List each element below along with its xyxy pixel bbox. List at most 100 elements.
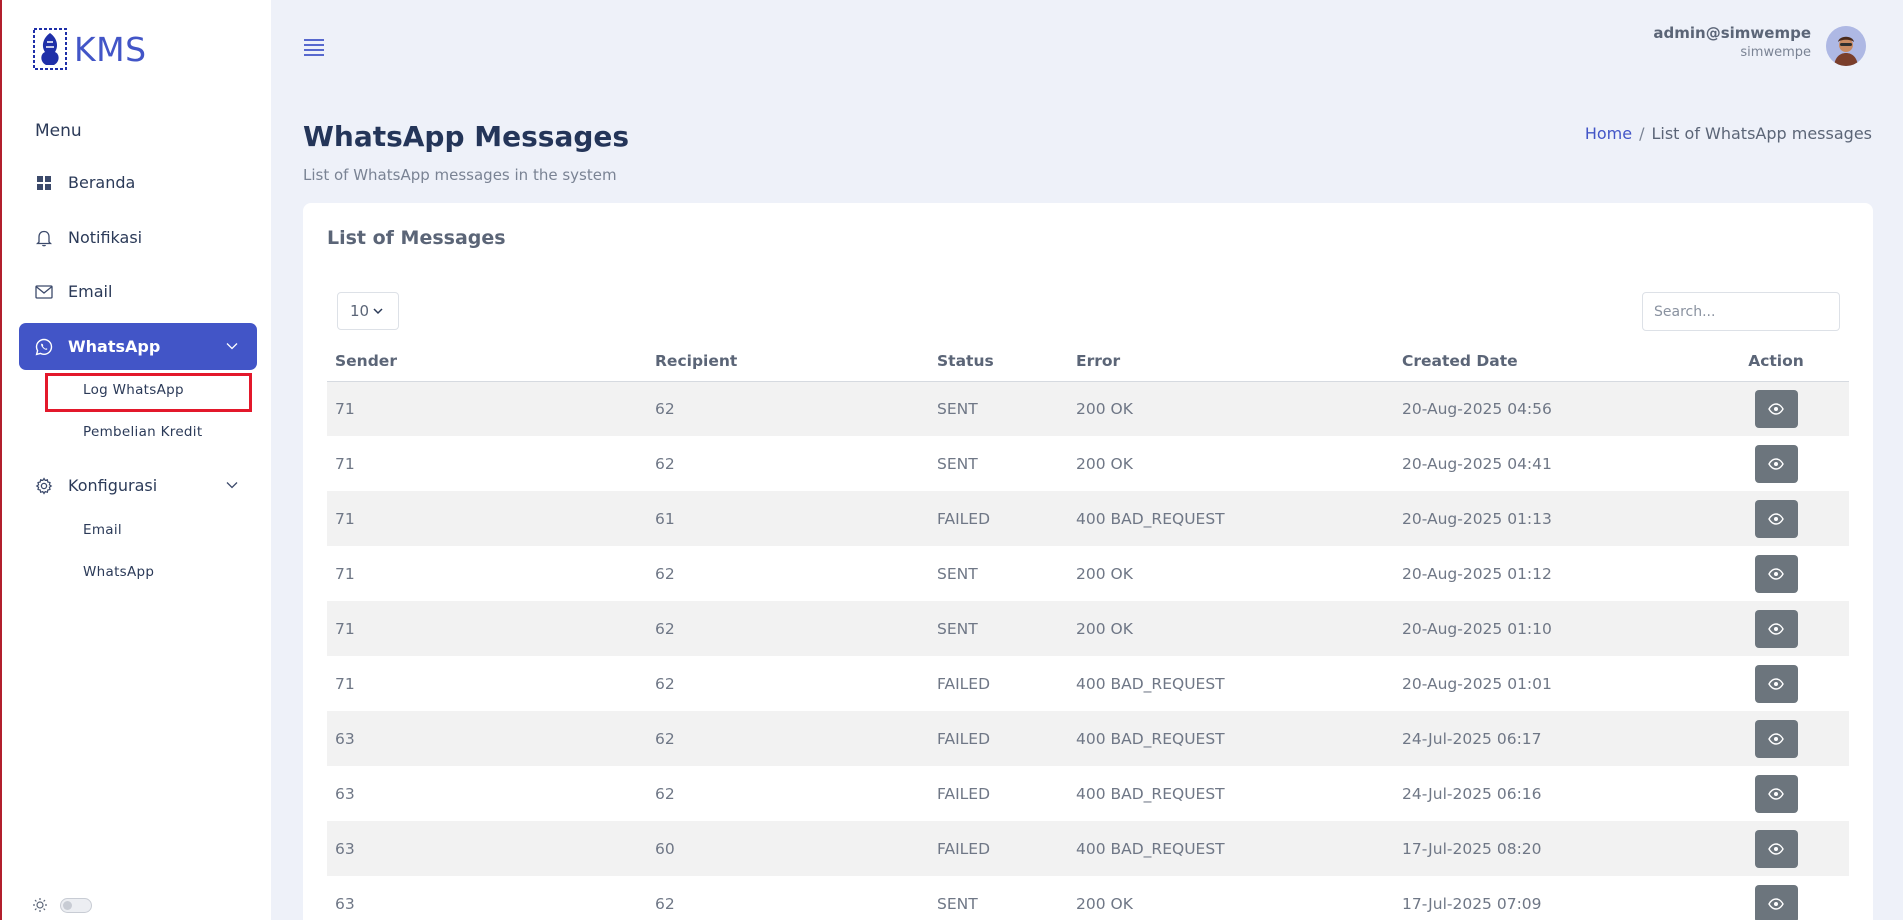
cell-status: SENT	[937, 564, 978, 583]
view-message-button[interactable]	[1754, 554, 1798, 593]
cell-recipient: 61	[647, 491, 929, 546]
view-message-button[interactable]	[1754, 774, 1798, 813]
cell-action	[1703, 381, 1849, 436]
sun-icon	[33, 898, 47, 912]
cell-sender: 71	[327, 491, 647, 546]
sender-value: 71	[335, 509, 355, 528]
cell-recipient: 60	[647, 821, 929, 876]
column-header-created-date[interactable]: Created Date	[1394, 341, 1703, 382]
eye-icon	[1768, 567, 1784, 580]
view-message-button[interactable]	[1754, 609, 1798, 648]
view-message-button[interactable]	[1754, 444, 1798, 483]
recipient-value: 60	[655, 839, 675, 858]
app-name: KMS	[74, 29, 147, 69]
table-row: 71 62 FAILED 400 BAD_REQUEST 20-Aug-2025 01:…	[327, 656, 1849, 711]
column-header-sender[interactable]: Sender	[327, 341, 647, 382]
user-avatar-icon	[1826, 26, 1866, 66]
cell-created-date: 17-Jul-2025 07:09	[1402, 894, 1542, 913]
user-info[interactable]: admin@simwempe simwempe	[1653, 24, 1811, 60]
view-message-button[interactable]	[1754, 829, 1798, 868]
sender-value: 63	[335, 839, 355, 858]
view-message-button[interactable]	[1754, 499, 1798, 538]
sidebar-item-notifikasi[interactable]: Notifikasi	[19, 214, 257, 261]
sidebar-item-label: Beranda	[68, 173, 136, 192]
cell-action	[1703, 546, 1849, 601]
cell-recipient: 62	[647, 436, 929, 491]
cell-recipient: 62	[647, 381, 929, 436]
cell-error: 400 BAD_REQUEST	[1068, 821, 1394, 876]
cell-sender: 71	[327, 381, 647, 436]
page-subtitle: List of WhatsApp messages in the system	[303, 166, 617, 184]
recipient-value: 62	[655, 564, 675, 583]
recipient-value: 61	[655, 509, 675, 528]
theme-switcher	[32, 897, 92, 913]
sidebar-subitem-log-whatsapp[interactable]: Log WhatsApp	[83, 382, 184, 398]
breadcrumb-home-link[interactable]: Home	[1585, 124, 1632, 143]
recipient-value: 62	[655, 729, 675, 748]
cell-action	[1703, 491, 1849, 546]
cell-created-date: 20-Aug-2025 01:10	[1394, 601, 1703, 656]
cell-error: 400 BAD_REQUEST	[1076, 784, 1225, 803]
menu-heading: Menu	[35, 121, 82, 141]
dark-mode-toggle[interactable]	[60, 897, 92, 913]
sidebar-item-email[interactable]: Email	[19, 268, 257, 315]
kms-logo-icon	[33, 28, 67, 70]
sidebar: KMS Menu Beranda Notifikasi Email WhatsA…	[0, 0, 271, 920]
sidebar-subitem-config-whatsapp[interactable]: WhatsApp	[83, 564, 154, 580]
cell-action	[1703, 601, 1849, 656]
chevron-down-icon	[373, 308, 383, 315]
cell-action	[1703, 656, 1849, 711]
eye-icon	[1768, 787, 1784, 800]
messages-card: List of Messages 10 Sender Recipient Sta…	[303, 203, 1873, 920]
sidebar-item-beranda[interactable]: Beranda	[19, 159, 257, 206]
cell-recipient: 62	[647, 546, 929, 601]
sidebar-subitem-config-email[interactable]: Email	[83, 522, 122, 538]
column-header-status[interactable]: Status	[929, 341, 1068, 382]
view-message-button[interactable]	[1754, 884, 1798, 920]
brand[interactable]: KMS	[33, 28, 147, 70]
recipient-value: 62	[655, 674, 675, 693]
sender-value: 71	[335, 674, 355, 693]
cell-created-date: 20-Aug-2025 04:41	[1402, 454, 1552, 473]
cell-status: SENT	[929, 601, 1068, 656]
table-row: 71 61 FAILED 400 BAD_REQUEST 20-Aug-2025 01:…	[327, 491, 1849, 546]
sender-value: 71	[335, 619, 355, 638]
sidebar-item-label: Konfigurasi	[68, 476, 158, 495]
search-input[interactable]	[1642, 292, 1840, 331]
recipient-value: 62	[655, 619, 675, 638]
user-subtitle: simwempe	[1740, 45, 1811, 60]
view-message-button[interactable]	[1754, 664, 1798, 703]
avatar[interactable]	[1826, 26, 1866, 66]
table-row: 71 62 SENT 200 OK 20-Aug-2025 04:56	[327, 381, 1849, 436]
cell-status: FAILED	[937, 674, 991, 693]
cell-error: 200 OK	[1068, 601, 1394, 656]
sidebar-item-whatsapp[interactable]: WhatsApp	[19, 323, 257, 370]
sidebar-subitem-pembelian-kredit[interactable]: Pembelian Kredit	[83, 424, 202, 440]
table-row: 63 62 FAILED 400 BAD_REQUEST 24-Jul-2025 06:…	[327, 766, 1849, 821]
sender-value: 71	[335, 564, 355, 583]
cell-status: SENT	[937, 454, 978, 473]
cell-sender: 71	[327, 436, 647, 491]
page-length-select[interactable]: 10	[337, 292, 399, 330]
column-header-recipient[interactable]: Recipient	[647, 341, 929, 382]
cell-status: FAILED	[929, 711, 1068, 766]
cell-created-date: 24-Jul-2025 06:16	[1402, 784, 1542, 803]
envelope-icon	[34, 282, 54, 302]
cell-error: 200 OK	[1076, 564, 1133, 583]
hamburger-menu-icon[interactable]	[302, 36, 326, 58]
column-header-error[interactable]: Error	[1068, 341, 1394, 382]
sender-value: 71	[335, 454, 355, 473]
cell-status: FAILED	[929, 821, 1068, 876]
cell-created-date: 20-Aug-2025 04:56	[1394, 381, 1703, 436]
cell-action	[1703, 711, 1849, 766]
sidebar-item-konfigurasi[interactable]: Konfigurasi	[19, 462, 257, 509]
cell-sender: 63	[327, 766, 647, 821]
view-message-button[interactable]	[1754, 719, 1798, 758]
sender-value: 63	[335, 784, 355, 803]
view-message-button[interactable]	[1754, 389, 1798, 428]
breadcrumb-current: List of WhatsApp messages	[1651, 124, 1872, 143]
cell-sender: 71	[327, 601, 647, 656]
cell-created-date: 17-Jul-2025 08:20	[1394, 821, 1703, 876]
table-row: 63 62 FAILED 400 BAD_REQUEST 24-Jul-2025 06:…	[327, 711, 1849, 766]
cell-action	[1703, 436, 1849, 491]
